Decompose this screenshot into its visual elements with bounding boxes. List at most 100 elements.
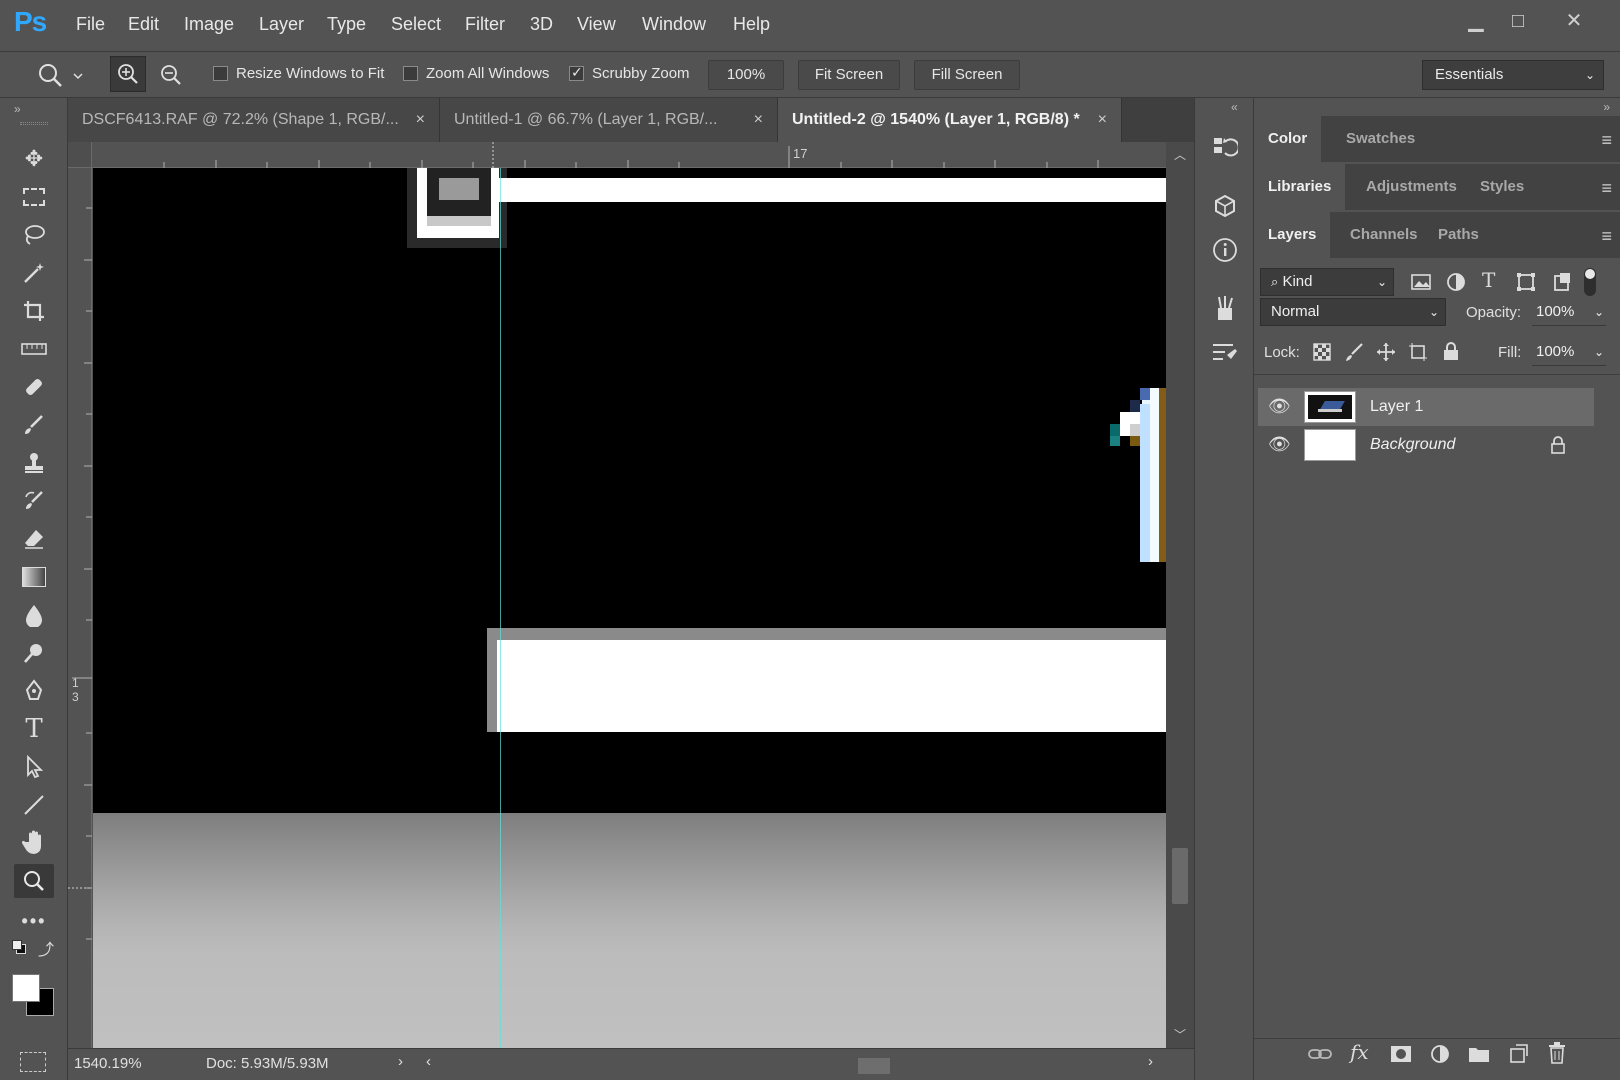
lock-position-icon[interactable] <box>1376 342 1396 367</box>
menu-type[interactable]: Type <box>327 14 366 35</box>
history-panel-icon[interactable] <box>1207 130 1243 166</box>
lasso-tool-icon[interactable] <box>14 218 54 252</box>
close-tab-icon[interactable]: × <box>1098 98 1107 142</box>
move-tool-icon[interactable]: ✥ <box>14 142 54 176</box>
layer-style-fx-icon[interactable]: fx <box>1350 1040 1369 1064</box>
menu-window[interactable]: Window <box>642 14 706 35</box>
filter-shape-icon[interactable] <box>1516 272 1536 297</box>
vertical-scrollbar[interactable]: ︿ ﹀ <box>1166 142 1194 1048</box>
zoom-in-icon[interactable] <box>110 56 146 92</box>
zoom-out-icon[interactable] <box>156 60 186 90</box>
opacity-input[interactable]: 100% ⌄ <box>1532 298 1606 326</box>
tab-channels[interactable]: Channels <box>1336 212 1432 258</box>
history-brush-tool-icon[interactable] <box>14 484 54 518</box>
info-icon[interactable] <box>1207 232 1243 268</box>
lock-transparent-pixels-icon[interactable] <box>1312 342 1332 367</box>
horizontal-scroll-thumb[interactable] <box>858 1058 890 1074</box>
maximize-button[interactable]: □ <box>1498 6 1538 36</box>
link-layers-icon[interactable] <box>1308 1044 1332 1069</box>
filter-adjustment-icon[interactable] <box>1446 272 1468 292</box>
tab-color[interactable]: Color <box>1254 116 1322 162</box>
filter-smart-object-icon[interactable] <box>1552 272 1572 297</box>
tab-libraries[interactable]: Libraries <box>1254 164 1346 210</box>
zoom-tool-preset-icon[interactable] <box>36 62 86 95</box>
menu-help[interactable]: Help <box>733 14 770 35</box>
brush-tool-icon[interactable] <box>14 408 54 442</box>
clone-stamp-tool-icon[interactable] <box>14 446 54 480</box>
magic-wand-tool-icon[interactable] <box>14 256 54 290</box>
zoom-100-button[interactable]: 100% <box>708 60 784 90</box>
tool-presets-icon[interactable] <box>1207 334 1243 370</box>
pen-tool-icon[interactable] <box>14 674 54 708</box>
filter-pixel-icon[interactable] <box>1410 272 1432 292</box>
zoom-level[interactable]: 1540.19% <box>74 1055 142 1072</box>
menu-view[interactable]: View <box>577 14 616 35</box>
crop-tool-icon[interactable] <box>14 294 54 328</box>
status-menu-arrow-icon[interactable]: › <box>398 1053 403 1070</box>
menu-filter[interactable]: Filter <box>465 14 505 35</box>
collapse-panels-icon[interactable]: » <box>1603 100 1610 114</box>
zoom-all-windows-checkbox[interactable]: Zoom All Windows <box>403 65 549 82</box>
fill-input[interactable]: 100% ⌄ <box>1532 338 1606 366</box>
tab-dscf6413[interactable]: DSCF6413.RAF @ 72.2% (Shape 1, RGB/... × <box>68 98 440 142</box>
scroll-thumb[interactable] <box>1172 848 1188 904</box>
fill-screen-button[interactable]: Fill Screen <box>914 60 1020 90</box>
visibility-eye-icon[interactable]: 👁 <box>1268 396 1291 417</box>
lock-all-icon[interactable] <box>1442 341 1460 366</box>
close-tab-icon[interactable]: × <box>416 98 425 142</box>
new-layer-icon[interactable] <box>1508 1044 1528 1069</box>
layer-name[interactable]: Layer 1 <box>1370 398 1423 416</box>
dodge-tool-icon[interactable] <box>14 636 54 670</box>
filter-type-icon[interactable]: T <box>1482 268 1495 292</box>
ruler-tool-icon[interactable] <box>14 332 54 366</box>
menu-file[interactable]: File <box>76 14 105 35</box>
tab-untitled-2[interactable]: Untitled-2 @ 1540% (Layer 1, RGB/8) * × <box>778 98 1122 142</box>
new-adjustment-layer-icon[interactable] <box>1430 1044 1450 1069</box>
blend-mode-select[interactable]: Normal ⌄ <box>1260 298 1446 326</box>
guide-line[interactable] <box>500 168 501 1048</box>
layer-row-layer-1[interactable]: 👁 Layer 1 <box>1258 388 1594 426</box>
eraser-tool-icon[interactable] <box>14 522 54 556</box>
panel-menu-icon[interactable]: ≡ <box>1601 130 1612 151</box>
menu-image[interactable]: Image <box>184 14 234 35</box>
vertical-ruler[interactable]: 1 3 <box>68 168 92 1048</box>
collapse-toolbox-icon[interactable]: » <box>14 102 21 116</box>
scrubby-zoom-checkbox[interactable]: Scrubby Zoom <box>569 64 690 82</box>
healing-brush-tool-icon[interactable] <box>14 370 54 404</box>
collapse-dock-icon[interactable]: « <box>1231 100 1238 114</box>
scroll-right-icon[interactable]: › <box>1148 1053 1153 1070</box>
type-tool-icon[interactable]: T <box>14 712 54 746</box>
delete-layer-trash-icon[interactable] <box>1548 1042 1566 1069</box>
ruler-origin[interactable] <box>68 142 92 168</box>
foreground-color-swatch[interactable] <box>12 974 40 1002</box>
horizontal-ruler[interactable]: 17 <box>92 142 1172 168</box>
new-group-folder-icon[interactable] <box>1468 1044 1490 1069</box>
tab-untitled-1[interactable]: Untitled-1 @ 66.7% (Layer 1, RGB/... × <box>440 98 778 142</box>
default-colors-icon[interactable] <box>12 940 26 954</box>
gradient-tool-icon[interactable] <box>14 560 54 594</box>
lock-image-pixels-icon[interactable] <box>1344 342 1364 367</box>
resize-windows-checkbox[interactable]: Resize Windows to Fit <box>213 65 384 82</box>
menu-edit[interactable]: Edit <box>128 14 159 35</box>
scroll-down-icon[interactable]: ﹀ <box>1174 1026 1186 1043</box>
tab-paths[interactable]: Paths <box>1424 212 1493 258</box>
visibility-eye-icon[interactable]: 👁 <box>1268 434 1291 455</box>
3d-panel-icon[interactable] <box>1207 188 1243 224</box>
layer-name[interactable]: Background <box>1370 436 1455 454</box>
close-window-button[interactable]: ✕ <box>1554 6 1594 36</box>
menu-3d[interactable]: 3D <box>530 14 553 35</box>
workspace-select[interactable]: Essentials ⌄ <box>1422 60 1604 90</box>
hand-tool-icon[interactable] <box>14 826 54 860</box>
swap-colors-icon[interactable]: ⤴ <box>38 936 54 960</box>
fit-screen-button[interactable]: Fit Screen <box>798 60 900 90</box>
line-tool-icon[interactable] <box>14 788 54 822</box>
blur-tool-icon[interactable] <box>14 598 54 632</box>
tab-adjustments[interactable]: Adjustments <box>1352 164 1471 210</box>
more-tools-icon[interactable]: ••• <box>14 904 54 938</box>
menu-layer[interactable]: Layer <box>259 14 304 35</box>
tab-swatches[interactable]: Swatches <box>1332 116 1429 162</box>
close-tab-icon[interactable]: × <box>754 98 763 142</box>
tab-styles[interactable]: Styles <box>1466 164 1538 210</box>
tab-layers[interactable]: Layers <box>1254 212 1331 258</box>
layer-filter-kind-select[interactable]: ⌕ Kind ⌄ <box>1260 268 1394 296</box>
